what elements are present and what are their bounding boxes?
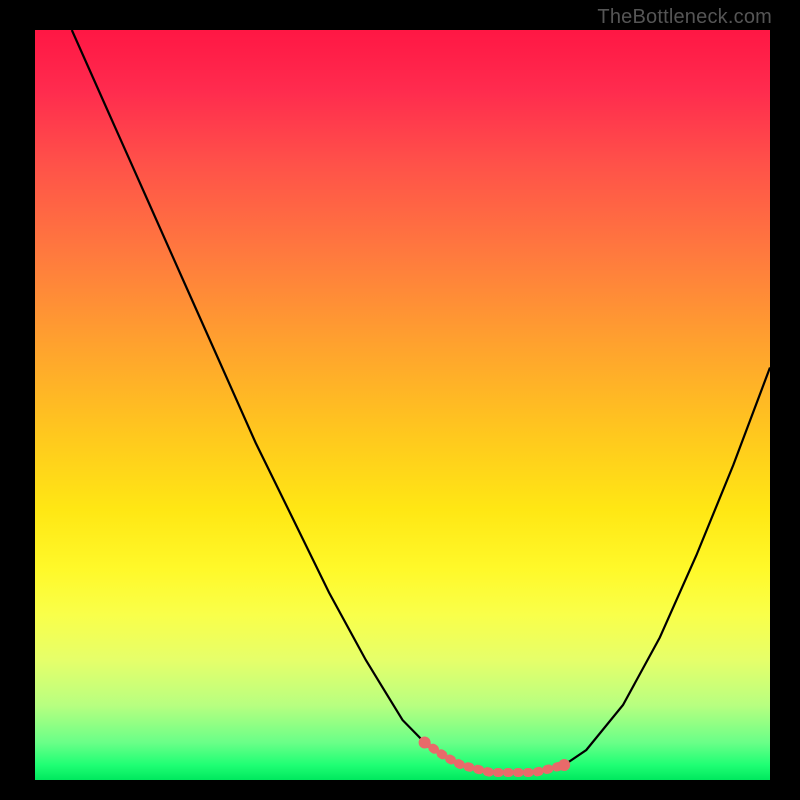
- optimal-range-stroke: [425, 743, 565, 773]
- chart-frame: TheBottleneck.com: [0, 0, 800, 800]
- curve-svg: [35, 30, 770, 780]
- plot-area: [35, 30, 770, 780]
- optimal-markers: [419, 737, 571, 773]
- optimal-range-end-dot: [558, 759, 570, 771]
- watermark-text: TheBottleneck.com: [597, 6, 772, 29]
- optimal-range-end-dot: [419, 737, 431, 749]
- bottleneck-curve: [72, 30, 770, 773]
